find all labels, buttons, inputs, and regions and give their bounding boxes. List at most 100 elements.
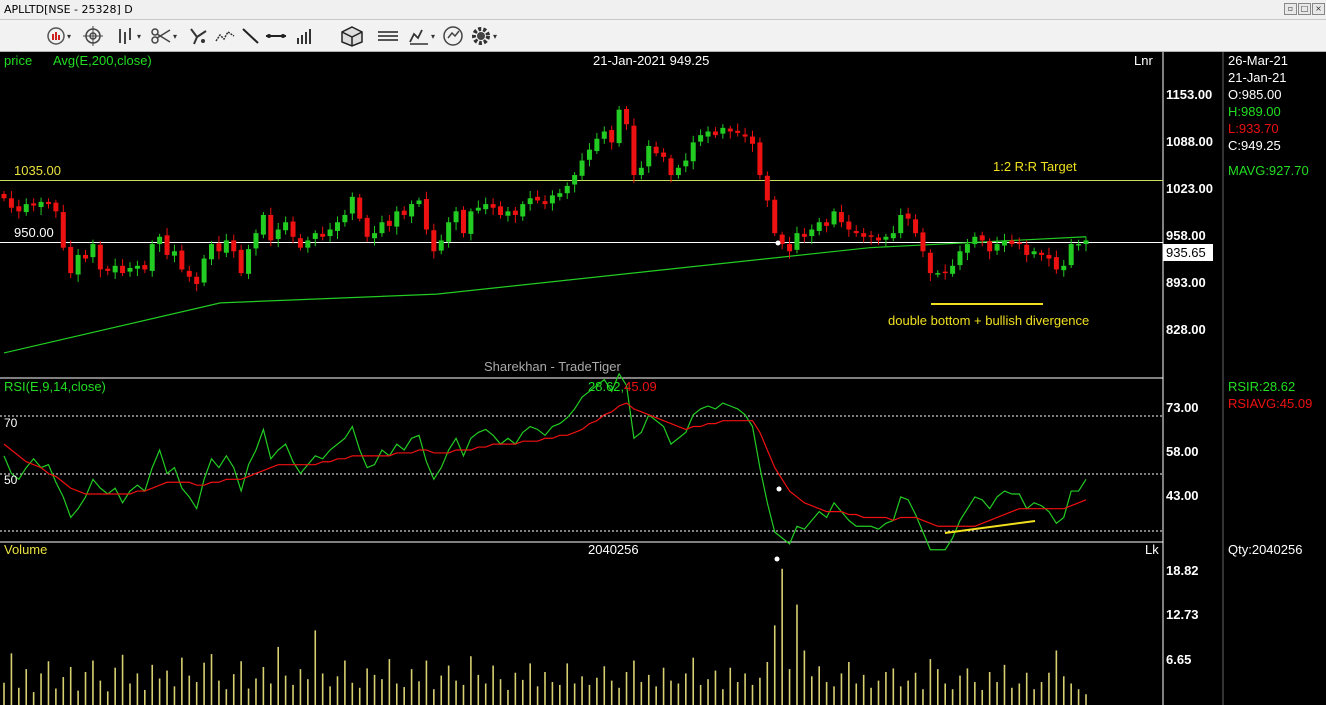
candle-body (846, 221, 852, 230)
cursor-dot-volume (774, 556, 780, 562)
candle-body (987, 241, 993, 252)
candle-body (624, 108, 630, 125)
volume-unit-label[interactable]: Lk (1145, 542, 1159, 557)
scale-mode-label[interactable]: Lnr (1134, 53, 1153, 68)
refresh-icon[interactable] (442, 25, 464, 47)
volume-tick: 18.82 (1166, 563, 1199, 578)
candle-body (490, 204, 496, 208)
candle-body (661, 152, 667, 157)
candle-body (690, 142, 696, 162)
candle-body (787, 244, 793, 252)
info-close: C:949.25 (1228, 138, 1281, 153)
last-price-value: 935.65 (1166, 245, 1206, 260)
candle-body (883, 236, 889, 240)
candle-body (920, 232, 926, 252)
volume-label: Volume (4, 542, 47, 557)
candle-body (1039, 252, 1045, 255)
candle-body (927, 252, 933, 274)
candle-body (75, 254, 81, 275)
candle-body (735, 130, 741, 133)
info-mavg: MAVG:927.70 (1228, 163, 1309, 178)
candle-body (542, 201, 548, 205)
candle-body (801, 233, 807, 237)
close-window-icon[interactable]: × (1312, 3, 1325, 15)
candle-body (1016, 242, 1022, 245)
candle-body (831, 211, 837, 225)
level-950-label: 950.00 (14, 225, 54, 240)
rsi-lines (3, 372, 1087, 551)
pattern-annotation: double bottom + bullish divergence (888, 313, 1089, 328)
candle-body (1009, 240, 1015, 245)
scissors-icon[interactable]: ▾ (150, 25, 177, 47)
price-axis-ticks: 1153.00 1088.00 1023.00 958.00 893.00 82… (1166, 87, 1213, 337)
candle-body (209, 244, 215, 260)
candle-body (431, 230, 437, 252)
candle-body (527, 198, 533, 205)
candle-body (705, 131, 711, 137)
candle-body (520, 204, 526, 217)
candle-body (890, 233, 896, 239)
volume-tick: 12.73 (1166, 607, 1199, 622)
candle-body (727, 128, 733, 132)
candle-body (157, 236, 163, 245)
candle-body (149, 244, 155, 271)
candle-body (809, 229, 815, 237)
candle-body (231, 240, 237, 252)
candle-body (127, 268, 133, 272)
pattern-icon[interactable] (214, 25, 236, 47)
candle-body (53, 202, 59, 212)
candle-body (964, 244, 970, 253)
volume-bars-icon[interactable] (294, 25, 314, 47)
candle-body (994, 244, 1000, 251)
bar-style-icon[interactable]: ▾ (116, 25, 141, 47)
maximize-window-icon[interactable]: □ (1298, 3, 1311, 15)
candle-body (60, 212, 66, 248)
settings-gear-icon[interactable]: ▾ (470, 25, 497, 47)
candle-body (453, 211, 459, 223)
candle-body (164, 235, 170, 255)
info-rsiavg: RSIAVG:45.09 (1228, 396, 1312, 411)
candle-body (742, 134, 748, 137)
candle-body (750, 136, 756, 144)
candle-body (260, 214, 266, 235)
candle-body (186, 270, 192, 277)
candle-body (142, 265, 148, 270)
candle-body (201, 258, 207, 283)
candle-body (16, 206, 22, 212)
candle-body (223, 240, 229, 253)
chart-area: price Avg(E,200,close) 21-Jan-2021 949.2… (0, 52, 1312, 705)
indicator-icon[interactable]: ▾ (408, 25, 435, 47)
rsi-tick: 58.00 (1166, 444, 1199, 459)
candle-body (416, 200, 422, 205)
candle-body (290, 221, 296, 237)
candles (1, 106, 1089, 292)
rsi-readout: 28.62,45.09 (588, 379, 657, 394)
draw-tools-icon[interactable] (188, 25, 210, 47)
candle-body (97, 244, 103, 270)
lines-icon[interactable] (376, 25, 400, 47)
candle-body (238, 249, 244, 274)
candle-body (1053, 257, 1059, 270)
volume-readout: 2040256 (588, 542, 639, 557)
candle-body (1046, 254, 1052, 259)
candle-body (1068, 244, 1074, 266)
candle-body (675, 167, 681, 176)
crosshair-icon[interactable] (82, 25, 104, 47)
candle-body (638, 167, 644, 176)
restore-window-icon[interactable]: ▫ (1284, 3, 1297, 15)
candle-body (512, 210, 518, 215)
3d-box-icon[interactable] (340, 25, 364, 47)
candle-body (246, 249, 252, 274)
rsi-value: 28.62 (588, 379, 621, 394)
candle-body (297, 238, 303, 248)
candle-body (320, 233, 326, 237)
trendline-icon[interactable] (240, 25, 260, 47)
candle-body (1, 193, 7, 199)
horizontal-line-icon[interactable] (264, 25, 288, 47)
volume-bars (3, 568, 1087, 705)
candle-body (609, 130, 615, 143)
info-low: L:933.70 (1228, 121, 1279, 136)
chart-type-icon[interactable]: ▾ (46, 25, 71, 47)
candle-body (683, 160, 689, 167)
candle-body (913, 219, 919, 234)
